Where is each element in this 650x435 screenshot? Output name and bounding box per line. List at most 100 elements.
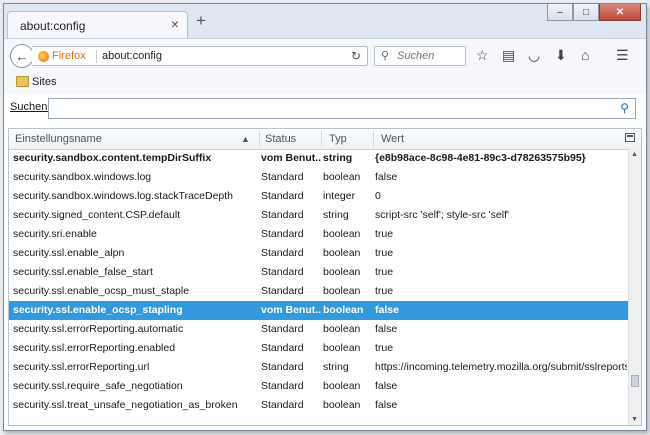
pref-status-cell: Standard	[261, 323, 304, 335]
scroll-thumb[interactable]	[631, 375, 639, 387]
column-header-status[interactable]: Status	[265, 133, 296, 145]
table-row[interactable]: security.ssl.require_safe_negotiation Sta…	[9, 377, 629, 396]
pref-name-cell: security.sri.enable	[13, 228, 97, 240]
pref-value-cell: true	[375, 266, 394, 278]
download-icon[interactable]: ⬇	[555, 48, 567, 62]
pref-name-cell: security.ssl.enable_alpn	[13, 247, 125, 259]
column-divider[interactable]	[321, 131, 322, 147]
pref-value-cell: false	[375, 304, 399, 316]
table-row[interactable]: security.sri.enable Standard boolean true	[9, 225, 629, 244]
pref-name-cell: security.ssl.errorReporting.automatic	[13, 323, 184, 335]
table-row[interactable]: security.ssl.enable_ocsp_must_staple Stan…	[9, 282, 629, 301]
pref-status-cell: Standard	[261, 209, 304, 221]
pref-name-cell: security.ssl.enable_ocsp_must_staple	[13, 285, 190, 297]
scroll-up-icon[interactable]: ▲	[631, 151, 638, 158]
table-row[interactable]: security.ssl.errorReporting.url Standard s…	[9, 358, 629, 377]
column-header-type[interactable]: Typ	[329, 133, 347, 145]
pref-name-cell: security.ssl.errorReporting.url	[13, 361, 150, 373]
pref-type-cell: boolean	[323, 304, 364, 316]
home-icon[interactable]: ⌂	[581, 48, 589, 62]
pref-name-cell: security.sandbox.content.tempDirSuffix	[13, 152, 212, 164]
table-row[interactable]: security.ssl.errorReporting.enabled Stand…	[9, 339, 629, 358]
search-icon: ⚲	[620, 101, 629, 115]
pref-name-cell: security.ssl.errorReporting.enabled	[13, 342, 176, 354]
search-placeholder: Suchen	[397, 50, 435, 62]
pref-status-cell: Standard	[261, 171, 304, 183]
pref-type-cell: boolean	[323, 285, 361, 297]
pref-name-cell: security.ssl.treat_unsafe_negotiation_as…	[13, 399, 238, 411]
pref-status-cell: Standard	[261, 228, 304, 240]
filter-input[interactable]: ⚲	[48, 98, 636, 119]
pref-value-cell: true	[375, 247, 394, 259]
menu-icon[interactable]: ☰	[616, 48, 629, 62]
table-row[interactable]: security.ssl.enable_false_start Standard b…	[9, 263, 629, 282]
pref-status-cell: Standard	[261, 285, 304, 297]
pref-status-cell: Standard	[261, 342, 304, 354]
pref-value-cell: false	[375, 380, 398, 392]
close-icon[interactable]: ×	[171, 16, 179, 32]
pref-name-cell: security.sandbox.windows.log	[13, 171, 152, 183]
table-row[interactable]: security.sandbox.content.tempDirSuffix vo…	[9, 149, 629, 168]
browser-window: about:config × + – □ ✕ ← Firefox about:c…	[3, 3, 647, 431]
bookmarks-bar: Sites	[4, 72, 646, 95]
tab-title: about:config	[20, 19, 86, 33]
pref-value-cell: false	[375, 171, 398, 183]
preferences-tree: Einstellungsname ▲ Status Typ Wert secur…	[8, 128, 642, 426]
minimize-icon[interactable]: –	[547, 4, 573, 21]
pref-type-cell: boolean	[323, 228, 361, 240]
pref-value-cell: false	[375, 323, 398, 335]
vertical-scrollbar[interactable]: ▲ ▼	[628, 149, 641, 425]
pref-status-cell: Standard	[261, 190, 304, 202]
search-box[interactable]: ⚲ Suchen	[374, 46, 466, 66]
column-picker-icon[interactable]	[625, 133, 635, 142]
pref-name-cell: security.ssl.enable_ocsp_stapling	[13, 304, 183, 316]
table-row[interactable]: security.sandbox.windows.log.stackTraceD…	[9, 187, 629, 206]
back-button[interactable]: ←	[10, 44, 34, 68]
reload-icon[interactable]: ↻	[351, 49, 361, 63]
pref-value-cell: false	[375, 399, 398, 411]
pref-status-cell: vom Benut...	[261, 304, 321, 316]
table-row[interactable]: security.ssl.errorReporting.automatic Sta…	[9, 320, 629, 339]
pref-type-cell: boolean	[323, 266, 361, 278]
pref-type-cell: string	[323, 361, 349, 373]
pref-status-cell: Standard	[261, 247, 304, 259]
pref-status-cell: Standard	[261, 266, 304, 278]
pref-type-cell: string	[323, 209, 349, 221]
table-row[interactable]: security.sandbox.windows.log Standard bool…	[9, 168, 629, 187]
table-body: security.sandbox.content.tempDirSuffix vo…	[9, 149, 629, 415]
table-row[interactable]: security.ssl.treat_unsafe_negotiation_as…	[9, 396, 629, 415]
identity-label: Firefox	[52, 50, 86, 62]
column-divider[interactable]	[373, 131, 374, 147]
pref-type-cell: string	[323, 152, 353, 164]
bookmark-folder-sites[interactable]: Sites	[32, 76, 56, 88]
table-row[interactable]: security.ssl.enable_alpn Standard boolean t…	[9, 244, 629, 263]
pref-value-cell: script-src 'self'; style-src 'self'	[375, 209, 510, 221]
pref-type-cell: boolean	[323, 323, 361, 335]
scroll-down-icon[interactable]: ▼	[631, 416, 638, 423]
new-tab-button[interactable]: +	[196, 12, 206, 29]
column-header-value[interactable]: Wert	[381, 133, 404, 145]
column-divider[interactable]	[259, 131, 260, 147]
close-icon[interactable]: ✕	[599, 4, 641, 21]
window-controls: – □ ✕	[547, 4, 641, 22]
pref-type-cell: boolean	[323, 342, 361, 354]
pref-value-cell: true	[375, 228, 394, 240]
pref-name-cell: security.sandbox.windows.log.stackTraceD…	[13, 190, 234, 202]
url-bar[interactable]: Firefox about:config ↻	[32, 46, 368, 66]
bookmark-star-icon[interactable]: ☆	[476, 48, 489, 62]
arrow-left-icon: ←	[15, 48, 29, 64]
table-row[interactable]: security.signed_content.CSP.default Stand…	[9, 206, 629, 225]
table-row[interactable]: security.ssl.enable_ocsp_stapling vom Ben…	[9, 301, 629, 320]
pocket-icon[interactable]: ◡	[528, 48, 540, 62]
firefox-icon	[38, 51, 49, 62]
tab-about-config[interactable]: about:config ×	[7, 11, 188, 38]
url-text[interactable]: about:config	[102, 50, 162, 62]
maximize-icon[interactable]: □	[573, 4, 599, 21]
pref-value-cell: true	[375, 285, 394, 297]
column-header-name[interactable]: Einstellungsname	[15, 133, 102, 145]
pref-status-cell: Standard	[261, 399, 304, 411]
reading-list-icon[interactable]: ▤	[502, 48, 515, 62]
pref-value-cell: 0	[375, 190, 381, 202]
pref-value-cell: true	[375, 342, 394, 354]
search-icon: ⚲	[381, 50, 390, 62]
